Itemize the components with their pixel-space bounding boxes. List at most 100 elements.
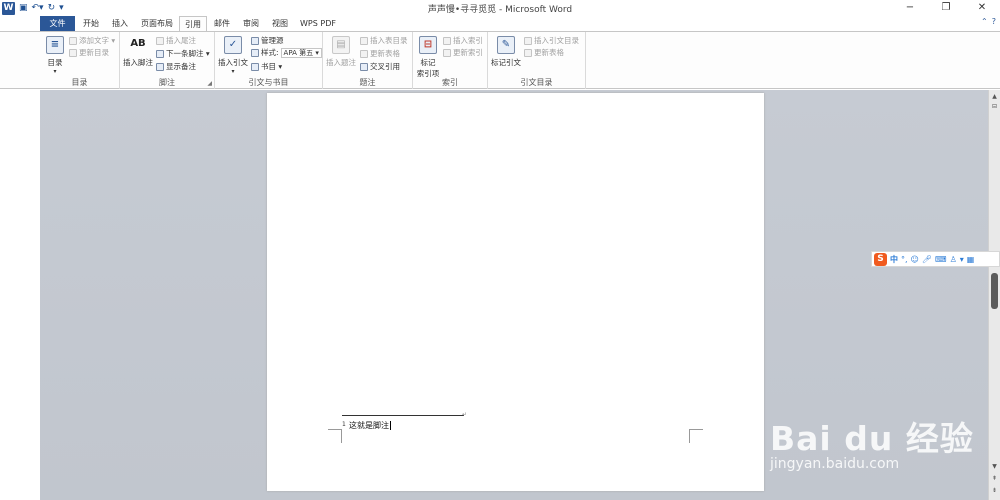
watermark-url: jingyan.baidu.com	[770, 456, 900, 472]
skin-icon[interactable]: ♙	[950, 255, 957, 264]
update-index-button[interactable]: 更新索引	[443, 47, 483, 58]
style-label: 样式:	[261, 48, 279, 57]
previous-page-icon[interactable]: ⇞	[989, 474, 1000, 484]
tab-view[interactable]: 视图	[269, 16, 291, 31]
mark-citation-button[interactable]: ✎ 标记引文	[490, 36, 522, 68]
bibliography-icon	[251, 62, 259, 71]
vertical-scrollbar[interactable]: ▲ ⊟ ▼ ⇞ ⇟	[988, 90, 1000, 500]
show-notes-label: 显示备注	[166, 62, 196, 71]
group-label-citations: 引文与书目	[248, 78, 289, 87]
paragraph-mark: ↵	[462, 411, 468, 418]
ime-mode-toggle[interactable]: 中	[890, 254, 898, 265]
dropdown-arrow-icon: ▾	[231, 68, 235, 75]
minimize-button[interactable]: −	[892, 0, 928, 16]
sogou-logo-icon[interactable]: S	[874, 252, 887, 266]
insert-caption-label: 插入题注	[326, 58, 356, 67]
cross-reference-button[interactable]: 交叉引用	[360, 61, 400, 72]
insert-table-of-figures-button[interactable]: 插入表目录	[360, 35, 408, 46]
endnote-icon	[156, 36, 164, 45]
title-bar: W ▣ ↶▾ ↻ ▾ 声声慢•寻寻觅觅 - Microsoft Word − ❐…	[0, 0, 1000, 16]
insert-endnote-button[interactable]: 插入尾注	[156, 35, 196, 46]
update-toc-label: 更新目录	[79, 48, 109, 57]
collapse-ribbon-icon[interactable]: ⌃	[981, 17, 988, 26]
tab-mailings[interactable]: 邮件	[211, 16, 233, 31]
mark-entry-button[interactable]: ⊟ 标记 索引项	[415, 36, 441, 79]
next-footnote-button[interactable]: 下一条脚注 ▾	[156, 48, 210, 59]
footnote-text[interactable]: 这就是脚注	[349, 420, 391, 431]
group-captions: ▤ 插入题注 插入表目录 更新表格 交叉引用 题注	[323, 32, 413, 89]
help-icon[interactable]: ?	[992, 17, 996, 26]
mark-entry-icon: ⊟	[419, 36, 437, 54]
insert-citation-icon: ✓	[224, 36, 242, 54]
insert-citation-label: 插入引文	[218, 58, 248, 67]
tab-file[interactable]: 文件	[40, 16, 75, 31]
show-notes-button[interactable]: 显示备注	[156, 61, 196, 72]
update-toc-button[interactable]: 更新目录	[69, 47, 109, 58]
insert-index-label: 插入索引	[453, 36, 483, 45]
toc-icon: ≡	[46, 36, 64, 54]
tab-page-layout[interactable]: 页面布局	[137, 16, 177, 31]
tab-home[interactable]: 开始	[80, 16, 102, 31]
insert-toa-button[interactable]: 插入引文目录	[524, 35, 579, 46]
mark-citation-icon: ✎	[497, 36, 515, 54]
tab-insert[interactable]: 插入	[109, 16, 131, 31]
bibliography-button[interactable]: 书目 ▾	[251, 61, 282, 72]
style-dropdown[interactable]: APA 第五 ▾	[280, 47, 322, 58]
voice-icon[interactable]: 🎤︎	[922, 255, 932, 264]
next-page-icon[interactable]: ⇟	[989, 486, 1000, 496]
ribbon-tab-bar: 文件 开始 插入 页面布局 引用 邮件 审阅 视图 WPS PDF ⌃ ?	[0, 16, 1000, 32]
left-margin-area	[0, 90, 40, 500]
restore-button[interactable]: ❐	[928, 0, 964, 16]
grid-icon[interactable]: ▦	[967, 255, 975, 264]
group-label-index: 索引	[442, 78, 458, 87]
document-page[interactable]: ↵ 1 这就是脚注	[267, 93, 764, 491]
footnote-number: 1	[342, 421, 346, 428]
footnote-ab-icon: AB	[130, 38, 146, 49]
bibliography-label: 书目 ▾	[261, 62, 283, 71]
add-text-label: 添加文字 ▾	[79, 36, 116, 45]
close-button[interactable]: ✕	[964, 0, 1000, 16]
insert-index-icon	[443, 36, 451, 45]
manage-sources-icon	[251, 36, 259, 45]
group-label-toc: 目录	[71, 78, 88, 87]
tab-wps-pdf[interactable]: WPS PDF	[297, 16, 339, 31]
scroll-up-icon[interactable]: ▲	[989, 92, 1000, 102]
scrollbar-thumb[interactable]	[991, 273, 998, 309]
insert-index-button[interactable]: 插入索引	[443, 35, 483, 46]
update-toa-button[interactable]: 更新表格	[524, 47, 564, 58]
insert-toa-label: 插入引文目录	[534, 36, 579, 45]
group-label-captions: 题注	[359, 78, 376, 87]
crop-mark-left	[328, 429, 342, 443]
ime-toolbar[interactable]: S 中 °, ☺ 🎤︎ ⌨ ♙ ▾ ▦	[871, 251, 1000, 267]
insert-caption-button[interactable]: ▤ 插入题注	[325, 36, 357, 68]
update-toa-label: 更新表格	[534, 48, 564, 57]
insert-footnote-button[interactable]: AB 插入脚注	[122, 36, 154, 68]
insert-toa-icon	[524, 36, 532, 45]
punctuation-icon[interactable]: °,	[901, 255, 908, 264]
group-table-of-authorities: ✎ 标记引文 插入引文目录 更新表格 引文目录	[488, 32, 586, 89]
toc-button[interactable]: ≡ 目录 ▾	[43, 36, 67, 75]
emoji-icon[interactable]: ☺	[911, 255, 919, 264]
update-icon	[443, 48, 451, 57]
toc-button-label: 目录	[47, 58, 63, 67]
manage-sources-label: 管理源	[261, 36, 284, 45]
group-label-footnotes: 脚注	[159, 78, 175, 87]
manage-sources-button[interactable]: 管理源	[251, 35, 284, 46]
baidu-watermark: Bai du 经验 jingyan.baidu.com	[770, 392, 980, 482]
ruler-toggle-icon[interactable]: ⊟	[989, 102, 1000, 112]
tab-references[interactable]: 引用	[179, 16, 207, 32]
window-controls: − ❐ ✕	[892, 0, 1000, 16]
cross-reference-label: 交叉引用	[370, 62, 400, 71]
scroll-down-icon[interactable]: ▼	[989, 462, 1000, 472]
shirt-icon[interactable]: ▾	[960, 255, 964, 264]
mark-entry-label-1: 标记	[420, 58, 436, 67]
insert-citation-button[interactable]: ✓ 插入引文 ▾	[217, 36, 249, 75]
style-selector[interactable]: 样式: APA 第五 ▾	[251, 47, 322, 58]
add-text-button[interactable]: 添加文字 ▾	[69, 35, 115, 46]
tab-review[interactable]: 审阅	[240, 16, 262, 31]
add-text-icon	[69, 36, 77, 45]
update-figures-table-button[interactable]: 更新表格	[360, 48, 400, 59]
text-caret	[390, 421, 391, 430]
keyboard-icon[interactable]: ⌨	[935, 255, 947, 264]
footnote-dialog-launcher-icon[interactable]: ◢	[207, 80, 212, 87]
